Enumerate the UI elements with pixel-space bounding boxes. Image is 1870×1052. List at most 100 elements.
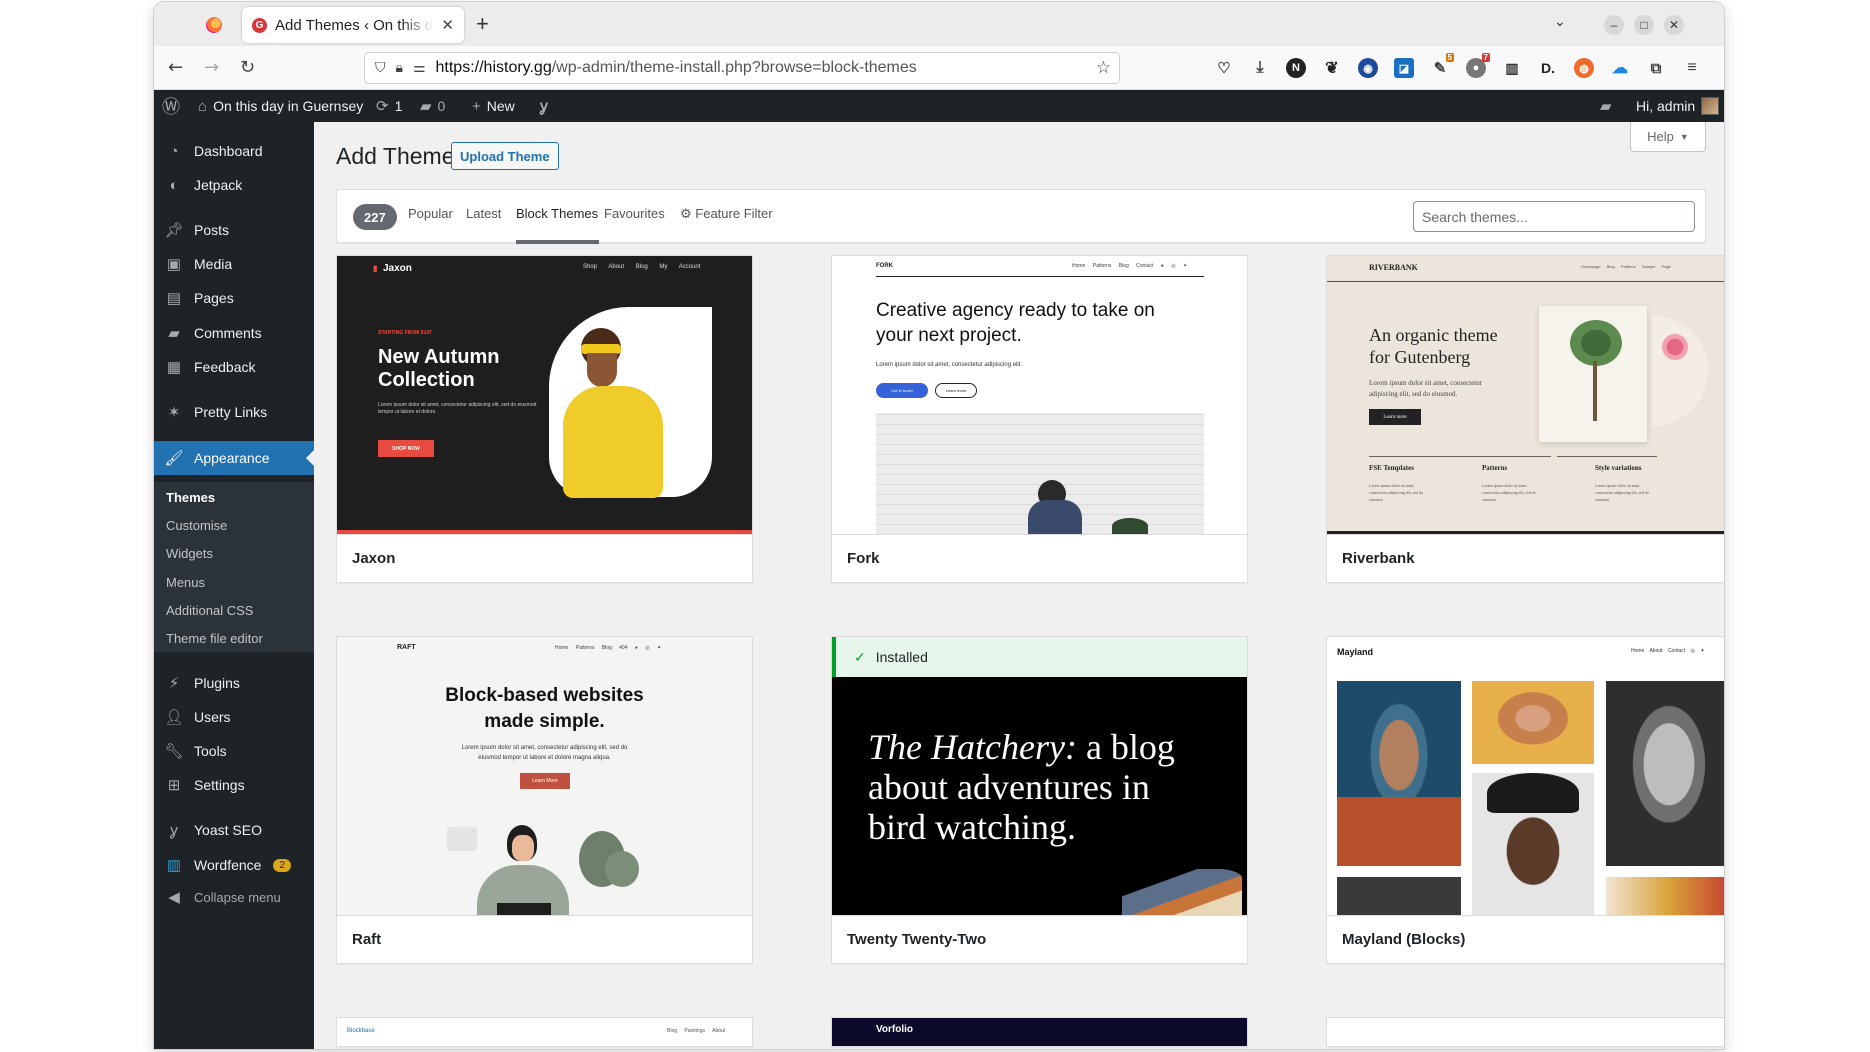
ext-bookmark-icon[interactable]: ◪ xyxy=(1394,58,1414,78)
close-window-icon[interactable]: ✕ xyxy=(1664,15,1684,35)
sidebar-item-wordfence[interactable]: ▥ Wordfence 2 xyxy=(154,848,314,882)
filter-popular[interactable]: Popular xyxy=(408,206,453,221)
sidebar-item-posts[interactable]: 📌︎ Posts xyxy=(154,213,314,247)
theme-card-mayland[interactable]: Mayland Home About Contact ◎ ✦ Mayland (… xyxy=(1326,636,1724,964)
ext-notify-icon[interactable]: ✎ 5 xyxy=(1430,53,1454,78)
tab-list-chevron-icon[interactable]: ⌄ xyxy=(1554,14,1566,30)
lock-icon[interactable]: 🔒︎ xyxy=(396,60,403,76)
submenu-customise[interactable]: Customise xyxy=(166,518,227,533)
comments-link[interactable]: ▰ 0 xyxy=(420,90,445,122)
sidebar-item-settings[interactable]: ⊞ Settings xyxy=(154,768,314,802)
submenu-theme-file-editor[interactable]: Theme file editor xyxy=(166,631,263,646)
upload-theme-button[interactable]: Upload Theme xyxy=(451,142,559,170)
ext-bars-icon[interactable]: ▥ xyxy=(1502,58,1522,78)
new-content-link[interactable]: + New xyxy=(472,90,515,122)
theme-card-twenty-twenty-two[interactable]: ✓ Installed The Hatchery: a blog about adv… xyxy=(831,636,1248,964)
search-themes-input[interactable]: Search themes... xyxy=(1413,201,1695,232)
portrait-photo-4 xyxy=(1606,681,1724,866)
download-icon[interactable]: ⤓ xyxy=(1250,58,1270,78)
theme-screenshot[interactable]: FORK Home Patterns Blog Contact ● ◎ ✦ Cr… xyxy=(832,256,1247,534)
updates-link[interactable]: ⟳ 1 xyxy=(376,90,402,122)
reload-icon[interactable]: ↻ xyxy=(240,57,255,78)
ext-badge-icon[interactable]: ◉ xyxy=(1358,58,1378,78)
filter-favourites[interactable]: Favourites xyxy=(604,206,665,221)
portrait-photo-5 xyxy=(1337,877,1461,915)
plant-shape xyxy=(1112,518,1148,534)
theme-card-fork[interactable]: FORK Home Patterns Blog Contact ● ◎ ✦ Cr… xyxy=(831,255,1248,583)
navigation-toolbar: ← → ↻ ⛉ 🔒︎ ⚌ https://history.gg/wp-admin… xyxy=(154,46,1724,90)
theme-card-vorfolio-partial[interactable]: Vorfolio xyxy=(831,1017,1248,1047)
sidebar-item-media[interactable]: ▣ Media xyxy=(154,247,314,281)
submenu-widgets[interactable]: Widgets xyxy=(166,546,213,561)
my-account-link[interactable]: Hi, admin xyxy=(1636,90,1720,122)
theme-name: Raft xyxy=(337,915,752,963)
theme-card-partial[interactable] xyxy=(1326,1017,1724,1047)
submenu-additional-css[interactable]: Additional CSS xyxy=(166,603,253,618)
sidebar-item-tools[interactable]: 🔧︎ Tools xyxy=(154,734,314,768)
submenu-menus[interactable]: Menus xyxy=(166,575,205,590)
back-icon[interactable]: ← xyxy=(168,57,183,78)
ext-d-icon[interactable]: D. xyxy=(1538,58,1558,78)
sidebar-item-users[interactable]: 👤︎ Users xyxy=(154,700,314,734)
sidebar-item-feedback[interactable]: ▦ Feedback xyxy=(154,350,314,384)
theme-card-riverbank[interactable]: RIVERBANK Homepage Blog Patterns Sample … xyxy=(1326,255,1724,583)
bookmark-star-icon[interactable]: ☆ xyxy=(1096,58,1111,78)
sidebar-item-dashboard[interactable]: ◔ Dashboard xyxy=(154,134,314,168)
jaxon-logo-icon: ▮ xyxy=(373,264,378,273)
sidebar-item-comments[interactable]: ▰ Comments xyxy=(154,316,314,350)
theme-card-jaxon[interactable]: ▮ Jaxon Shop About Blog My Account START… xyxy=(336,255,753,583)
laptop-shape xyxy=(497,903,551,915)
ext-duckduckgo-icon[interactable]: ◍ xyxy=(1574,58,1594,78)
ext-feather-icon[interactable]: ❦ xyxy=(1322,58,1342,78)
theme-name: Mayland (Blocks) xyxy=(1327,915,1724,963)
yoast-adminbar-icon[interactable]: ỿ xyxy=(540,90,548,122)
help-tab-button[interactable]: Help ▼ xyxy=(1630,122,1706,152)
extensions-puzzle-icon[interactable]: ⧉ xyxy=(1646,58,1666,78)
active-tab[interactable]: G Add Themes ‹ On this day in Guernsey ✕ xyxy=(242,7,464,43)
sidebar-item-jetpack[interactable]: ◐ Jetpack xyxy=(154,168,314,202)
page-title: Add Themes xyxy=(336,143,466,169)
permissions-icon[interactable]: ⚌ xyxy=(413,60,426,76)
dashboard-icon: ◔ xyxy=(169,142,179,160)
theme-screenshot[interactable]: Mayland Home About Contact ◎ ✦ xyxy=(1327,637,1724,915)
plugin-icon: ⚡︎ xyxy=(168,675,180,692)
theme-screenshot[interactable]: RIVERBANK Homepage Blog Patterns Sample … xyxy=(1327,256,1724,534)
pocket-icon[interactable]: ♡ xyxy=(1214,58,1234,78)
close-tab-icon[interactable]: ✕ xyxy=(441,16,454,34)
collapse-menu-button[interactable]: ◀ Collapse menu xyxy=(154,880,314,914)
collapse-icon: ◀ xyxy=(168,889,180,906)
wp-logo-icon[interactable]: Ⓦ xyxy=(162,90,180,122)
wordfence-icon: ▥ xyxy=(166,857,182,874)
site-name-link[interactable]: ⌂ On this day in Guernsey xyxy=(198,90,363,122)
filter-feature-filter[interactable]: ⚙ Feature Filter xyxy=(680,206,773,222)
minimize-icon[interactable]: – xyxy=(1604,15,1624,35)
sidebar-item-pages[interactable]: ▤ Pages xyxy=(154,281,314,315)
wrench-icon: 🔧︎ xyxy=(164,743,184,760)
sidebar-item-appearance[interactable]: 🖌︎ Appearance xyxy=(154,441,314,475)
notes-icon[interactable]: ▰ xyxy=(1600,90,1612,122)
ext-alert-icon[interactable]: ● 7 xyxy=(1466,53,1490,78)
theme-card-blockbase-partial[interactable]: Blockbase Blog Paintings About xyxy=(336,1017,753,1047)
theme-screenshot[interactable]: ▮ Jaxon Shop About Blog My Account START… xyxy=(337,256,752,534)
forward-icon[interactable]: → xyxy=(204,57,219,78)
tab-strip: G Add Themes ‹ On this day in Guernsey ✕… xyxy=(154,2,1724,46)
url-bar[interactable]: ⛉ 🔒︎ ⚌ https://history.gg/wp-admin/theme… xyxy=(364,52,1120,84)
theme-screenshot[interactable]: ✓ Installed The Hatchery: a blog about adv… xyxy=(832,637,1247,915)
ext-cloud-icon[interactable]: ☁ xyxy=(1610,58,1630,78)
firefox-view-icon[interactable] xyxy=(206,17,222,33)
sidebar-item-pretty-links[interactable]: ✶ Pretty Links xyxy=(154,395,314,429)
filter-block-themes[interactable]: Block Themes xyxy=(516,206,598,221)
theme-name: Jaxon xyxy=(337,534,752,582)
url-text[interactable]: https://history.gg/wp-admin/theme-instal… xyxy=(436,59,917,77)
maximize-icon[interactable]: □ xyxy=(1634,15,1654,35)
new-tab-button[interactable]: + xyxy=(476,11,489,37)
menu-hamburger-icon[interactable]: ≡ xyxy=(1682,58,1702,78)
notion-extension-icon[interactable]: N xyxy=(1286,58,1306,78)
theme-card-raft[interactable]: RAFT Home Patterns Blog 404 ● ◎ ✦ Block-… xyxy=(336,636,753,964)
shield-icon[interactable]: ⛉ xyxy=(375,60,386,76)
sidebar-item-yoast-seo[interactable]: ỿ Yoast SEO xyxy=(154,813,314,847)
theme-screenshot[interactable]: RAFT Home Patterns Blog 404 ● ◎ ✦ Block-… xyxy=(337,637,752,915)
submenu-themes[interactable]: Themes xyxy=(166,490,215,505)
filter-latest[interactable]: Latest xyxy=(466,206,501,221)
sidebar-item-plugins[interactable]: ⚡︎ Plugins xyxy=(154,666,314,700)
